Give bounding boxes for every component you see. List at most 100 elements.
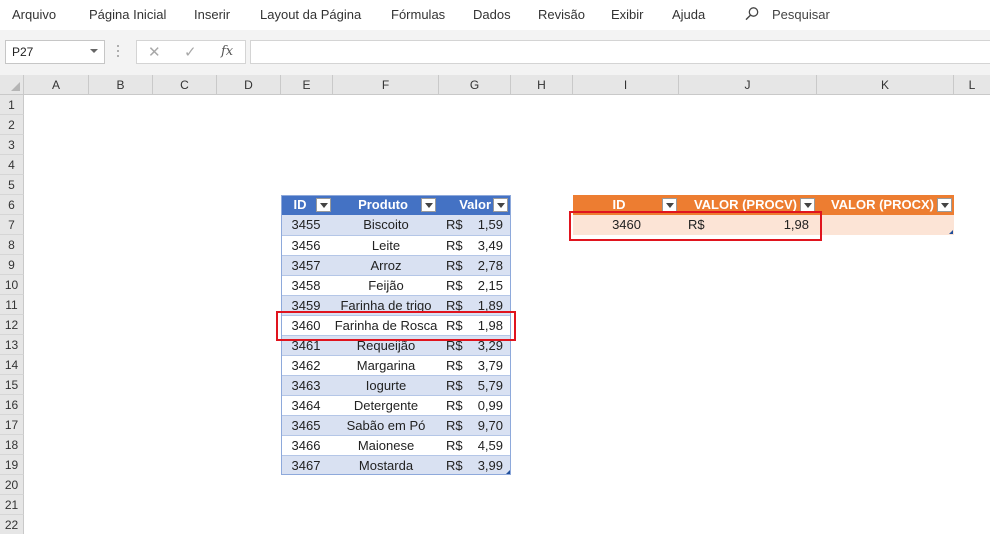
search-label[interactable]: Pesquisar <box>772 7 830 22</box>
table-cell-produto[interactable]: Maionese <box>333 435 439 455</box>
chevron-down-icon[interactable] <box>90 49 98 53</box>
table-cell-id[interactable]: 3464 <box>281 395 333 415</box>
row-header-18[interactable]: 18 <box>0 435 24 455</box>
table-cell-valor[interactable]: R$ 3,79 <box>439 355 511 375</box>
table-cell-produto[interactable]: Feijão <box>333 275 439 295</box>
col-header-g[interactable]: G <box>439 75 511 95</box>
table-cell-produto[interactable]: Leite <box>333 235 439 255</box>
table-cell-id[interactable]: 3465 <box>281 415 333 435</box>
table-cell-id[interactable]: 3466 <box>281 435 333 455</box>
row-header-19[interactable]: 19 <box>0 455 24 475</box>
col-header-k[interactable]: K <box>817 75 954 95</box>
row-header-10[interactable]: 10 <box>0 275 24 295</box>
filter-dropdown-icon[interactable] <box>800 198 815 212</box>
row-header-20[interactable]: 20 <box>0 475 24 495</box>
row-header-12[interactable]: 12 <box>0 315 24 335</box>
row-header-16[interactable]: 16 <box>0 395 24 415</box>
lookup-cell-procx[interactable] <box>817 215 954 235</box>
menu-pagina-inicial[interactable]: Página Inicial <box>89 7 166 22</box>
table-cell-valor[interactable]: R$ 5,79 <box>439 375 511 395</box>
filter-dropdown-icon[interactable] <box>662 198 677 212</box>
menu-dados[interactable]: Dados <box>473 7 511 22</box>
price-value: 2,78 <box>477 258 503 273</box>
menu-exibir[interactable]: Exibir <box>611 7 644 22</box>
col-header-i[interactable]: I <box>573 75 679 95</box>
enter-icon[interactable]: ✓ <box>184 43 197 61</box>
col-header-c[interactable]: C <box>153 75 217 95</box>
filter-dropdown-icon[interactable] <box>316 198 331 212</box>
table-cell-id[interactable]: 3457 <box>281 255 333 275</box>
select-all-corner[interactable] <box>0 75 24 95</box>
col-header-e[interactable]: E <box>281 75 333 95</box>
row-header-22[interactable]: 22 <box>0 515 24 534</box>
col-header-l[interactable]: L <box>954 75 990 95</box>
col-header-f[interactable]: F <box>333 75 439 95</box>
row-header-2[interactable]: 2 <box>0 115 24 135</box>
row-header-3[interactable]: 3 <box>0 135 24 155</box>
menu-layout-da-pagina[interactable]: Layout da Página <box>260 7 361 22</box>
menu-ajuda[interactable]: Ajuda <box>672 7 705 22</box>
row-header-1[interactable]: 1 <box>0 95 24 115</box>
col-header-a[interactable]: A <box>24 75 89 95</box>
cancel-icon[interactable]: ✕ <box>148 43 161 61</box>
table-cell-id[interactable]: 3462 <box>281 355 333 375</box>
price-value: 3,49 <box>477 238 503 253</box>
menu-inserir[interactable]: Inserir <box>194 7 230 22</box>
table-cell-valor[interactable]: R$ 2,78 <box>439 255 511 275</box>
table-cell-produto[interactable]: Sabão em Pó <box>333 415 439 435</box>
table-cell-produto[interactable]: Detergente <box>333 395 439 415</box>
row-header-6[interactable]: 6 <box>0 195 24 215</box>
currency-symbol: R$ <box>446 378 463 393</box>
table-cell-produto[interactable]: Biscoito <box>333 215 439 235</box>
col-header-d[interactable]: D <box>217 75 281 95</box>
highlight-matched-row <box>276 311 516 341</box>
table-cell-valor[interactable]: R$ 1,59 <box>439 215 511 235</box>
row-header-21[interactable]: 21 <box>0 495 24 515</box>
col-header-j[interactable]: J <box>679 75 817 95</box>
price-value: 3,79 <box>477 358 503 373</box>
row-header-13[interactable]: 13 <box>0 335 24 355</box>
price-value: 2,15 <box>477 278 503 293</box>
menu-revisao[interactable]: Revisão <box>538 7 585 22</box>
filter-dropdown-icon[interactable] <box>493 198 508 212</box>
row-header-15[interactable]: 15 <box>0 375 24 395</box>
col-header-h[interactable]: H <box>511 75 573 95</box>
row-header-14[interactable]: 14 <box>0 355 24 375</box>
col-header-b[interactable]: B <box>89 75 153 95</box>
table-cell-id[interactable]: 3455 <box>281 215 333 235</box>
menu-formulas[interactable]: Fórmulas <box>391 7 445 22</box>
currency-symbol: R$ <box>446 438 463 453</box>
table-resize-handle[interactable] <box>949 230 953 234</box>
row-header-17[interactable]: 17 <box>0 415 24 435</box>
filter-dropdown-icon[interactable] <box>421 198 436 212</box>
table-cell-id[interactable]: 3463 <box>281 375 333 395</box>
row-header-9[interactable]: 9 <box>0 255 24 275</box>
table-cell-id[interactable]: 3467 <box>281 455 333 475</box>
table-cell-valor[interactable]: R$ 3,49 <box>439 235 511 255</box>
table-cell-valor[interactable]: R$ 0,99 <box>439 395 511 415</box>
table-cell-valor[interactable]: R$ 9,70 <box>439 415 511 435</box>
table-cell-valor[interactable]: R$ 4,59 <box>439 435 511 455</box>
formula-bar: P27 ✕ ✓ fx <box>0 30 990 75</box>
filter-dropdown-icon[interactable] <box>937 198 952 212</box>
search-icon[interactable] <box>744 6 760 22</box>
row-header-8[interactable]: 8 <box>0 235 24 255</box>
table-resize-handle[interactable] <box>506 470 510 474</box>
table-cell-produto[interactable]: Mostarda <box>333 455 439 475</box>
row-header-7[interactable]: 7 <box>0 215 24 235</box>
currency-symbol: R$ <box>446 217 463 232</box>
menu-arquivo[interactable]: Arquivo <box>12 7 56 22</box>
currency-symbol: R$ <box>446 358 463 373</box>
formula-input[interactable] <box>250 40 990 64</box>
table-cell-valor[interactable]: R$ 2,15 <box>439 275 511 295</box>
row-header-11[interactable]: 11 <box>0 295 24 315</box>
table-cell-id[interactable]: 3458 <box>281 275 333 295</box>
function-icon[interactable]: fx <box>221 44 233 59</box>
row-header-5[interactable]: 5 <box>0 175 24 195</box>
table-cell-id[interactable]: 3456 <box>281 235 333 255</box>
row-header-4[interactable]: 4 <box>0 155 24 175</box>
table-cell-produto[interactable]: Margarina <box>333 355 439 375</box>
table-cell-produto[interactable]: Iogurte <box>333 375 439 395</box>
table-cell-produto[interactable]: Arroz <box>333 255 439 275</box>
table-cell-valor[interactable]: R$ 3,99 <box>439 455 511 475</box>
